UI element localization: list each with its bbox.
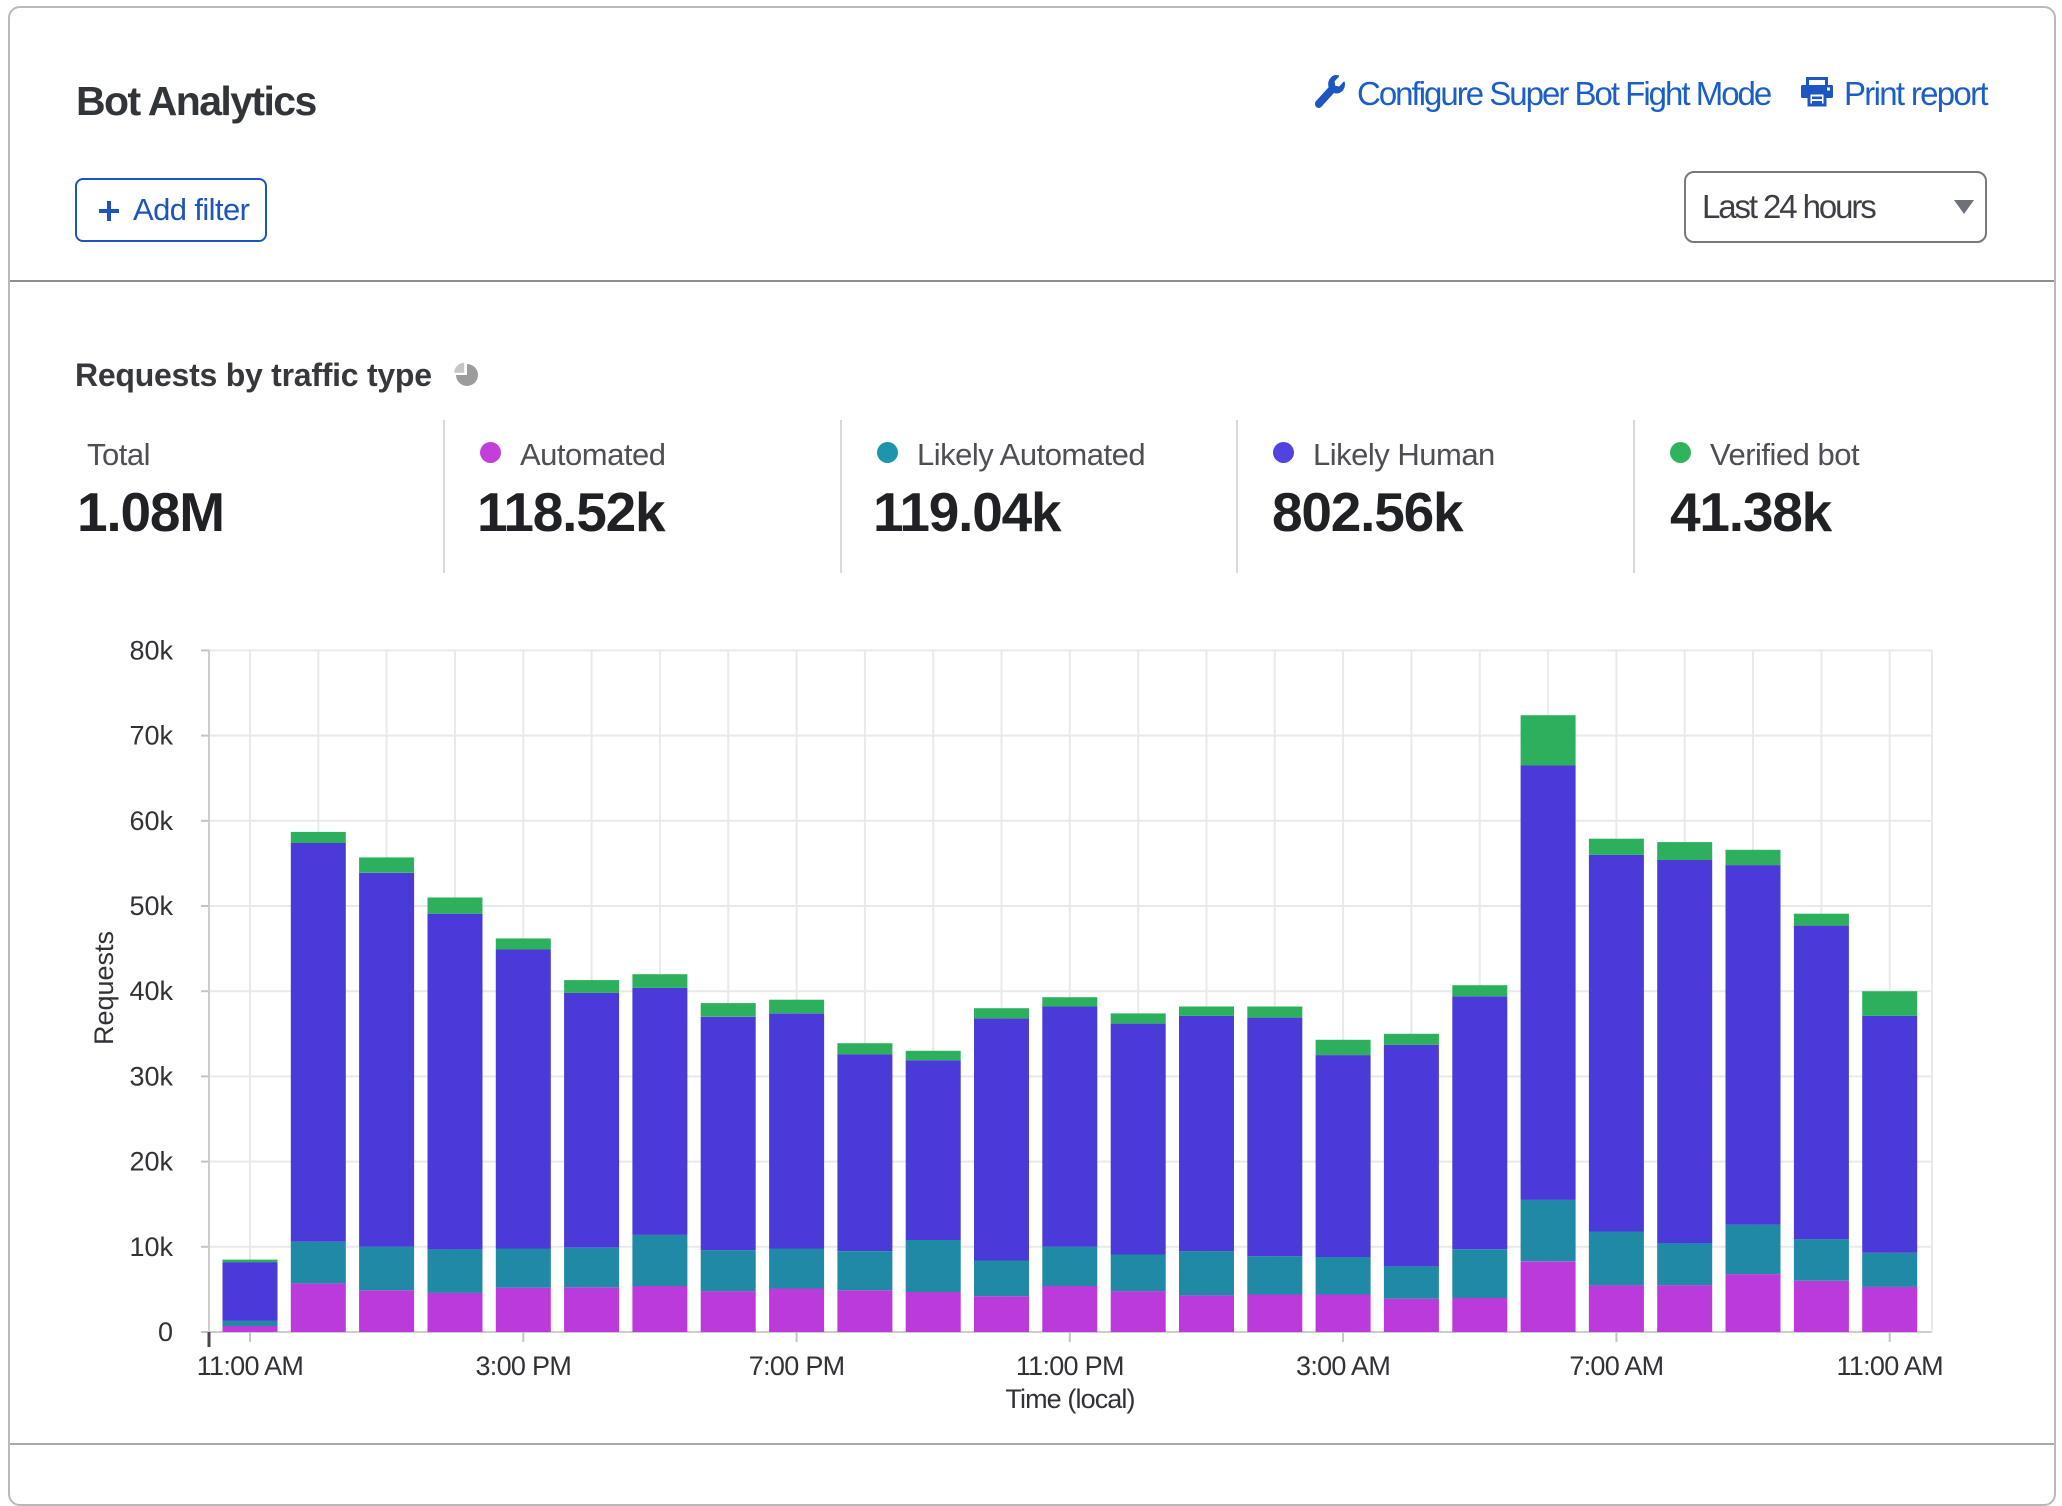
svg-text:0: 0	[158, 1317, 173, 1347]
svg-text:10k: 10k	[129, 1232, 173, 1262]
svg-text:30k: 30k	[129, 1061, 173, 1091]
svg-text:Time (local): Time (local)	[1005, 1384, 1134, 1414]
svg-text:7:00 PM: 7:00 PM	[749, 1351, 845, 1381]
svg-text:11:00 AM: 11:00 AM	[197, 1351, 303, 1381]
svg-text:Requests: Requests	[89, 931, 119, 1045]
svg-text:40k: 40k	[129, 976, 173, 1006]
svg-text:3:00 AM: 3:00 AM	[1296, 1351, 1390, 1381]
svg-text:50k: 50k	[129, 891, 173, 921]
svg-text:3:00 PM: 3:00 PM	[475, 1351, 571, 1381]
svg-text:20k: 20k	[129, 1147, 173, 1177]
svg-text:80k: 80k	[129, 635, 173, 665]
svg-text:7:00 AM: 7:00 AM	[1569, 1351, 1663, 1381]
svg-text:11:00 AM: 11:00 AM	[1836, 1351, 1942, 1381]
svg-text:60k: 60k	[129, 806, 173, 836]
svg-text:70k: 70k	[129, 721, 173, 751]
svg-text:11:00 PM: 11:00 PM	[1016, 1351, 1124, 1381]
